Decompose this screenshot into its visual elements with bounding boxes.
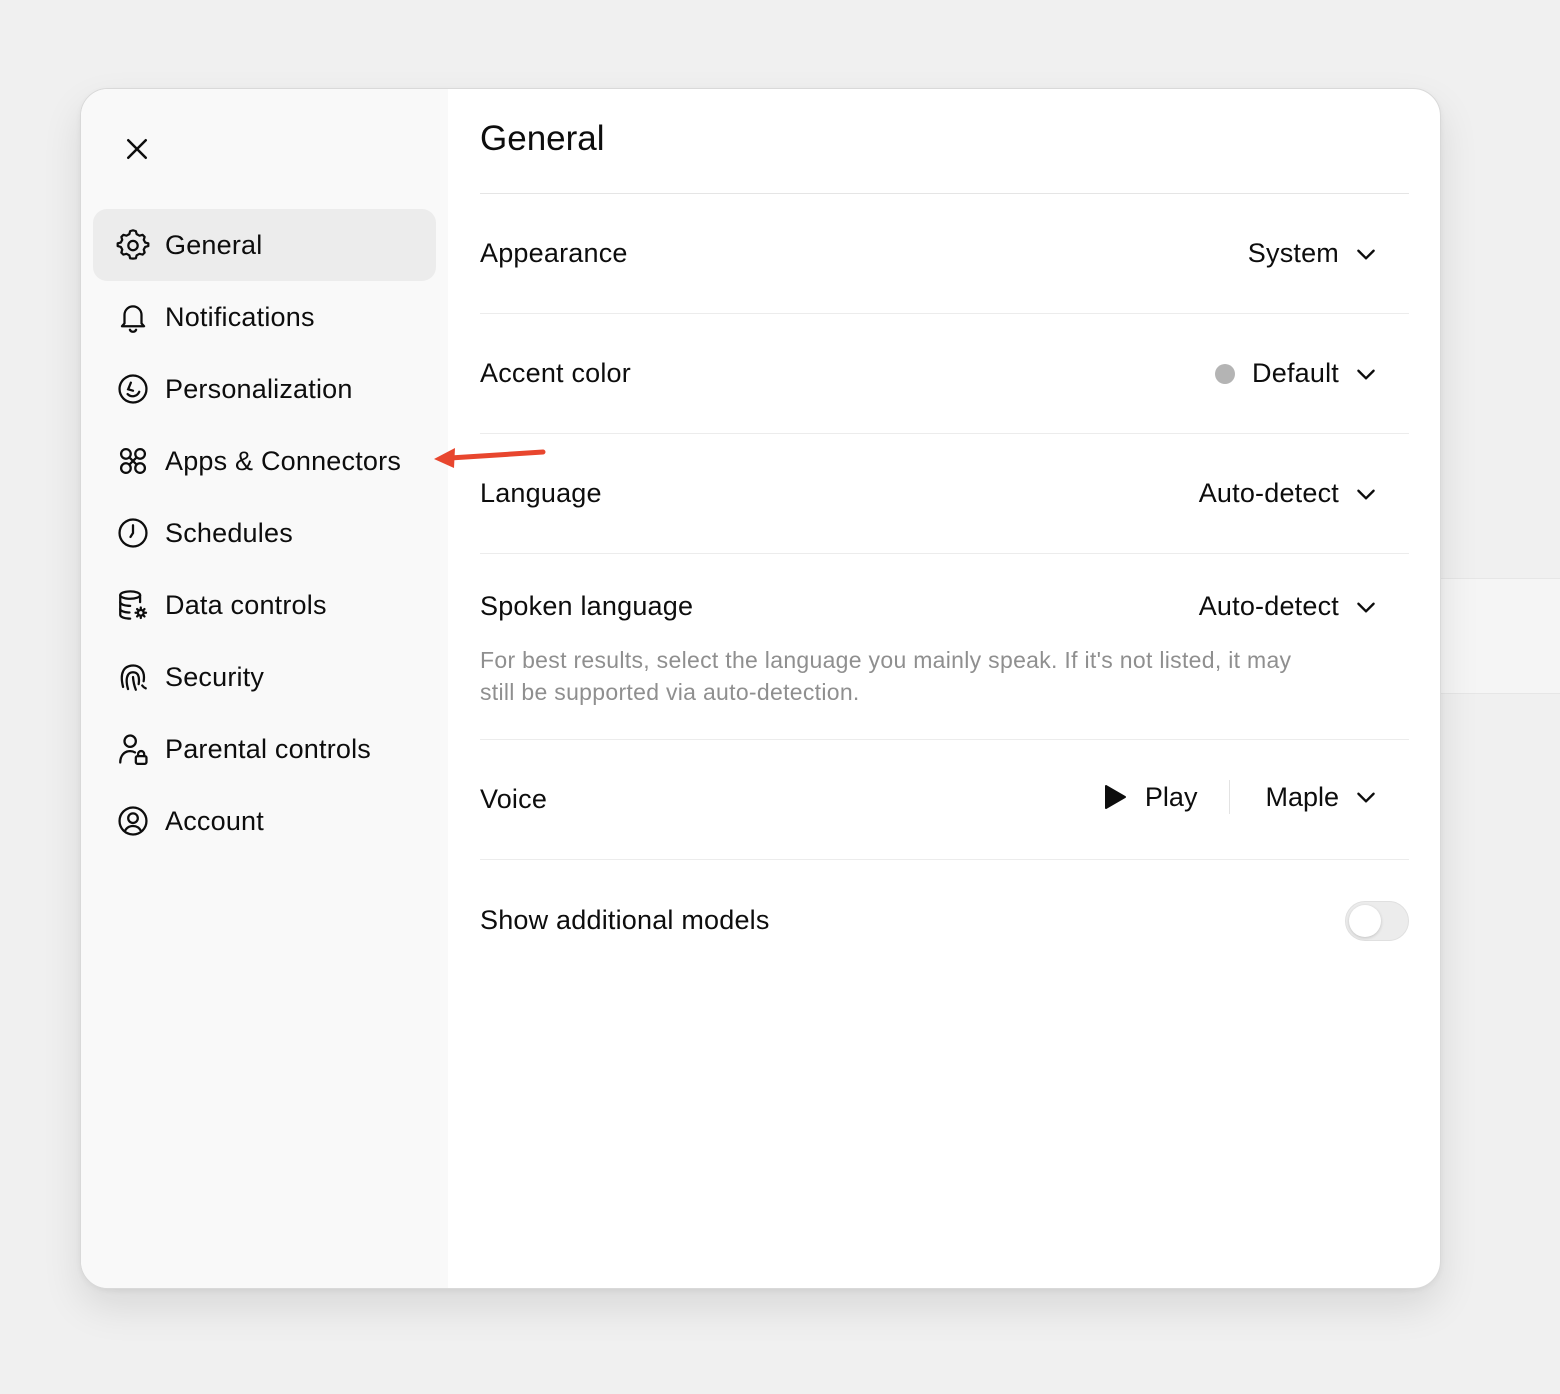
sidebar-item-notifications[interactable]: Notifications	[93, 281, 436, 353]
spoken-language-helper-text: For best results, select the language yo…	[480, 647, 1292, 705]
appearance-row: Appearance System	[480, 194, 1409, 314]
spoken-language-value: Auto-detect	[1198, 591, 1339, 621]
accent-color-dropdown[interactable]: Default	[1215, 358, 1379, 389]
chevron-down-icon	[1357, 489, 1375, 500]
voice-dropdown[interactable]: Maple	[1265, 782, 1379, 813]
bell-icon	[115, 299, 151, 335]
chevron-down-icon	[1357, 249, 1375, 260]
sidebar-item-apps-connectors[interactable]: Apps & Connectors	[93, 425, 436, 497]
voice-row: Voice Play Maple	[480, 740, 1409, 860]
sidebar-item-general[interactable]: General	[93, 209, 436, 281]
language-row: Language Auto-detect	[480, 434, 1409, 554]
appearance-label: Appearance	[480, 238, 628, 268]
close-icon	[127, 139, 147, 159]
accent-color-swatch	[1215, 363, 1236, 384]
additional-models-row: Show additional models	[480, 860, 1409, 980]
additional-models-toggle[interactable]	[1345, 901, 1409, 941]
settings-main: General Appearance System Accent color D…	[480, 89, 1410, 1288]
voice-label: Voice	[480, 784, 548, 814]
sidebar-item-label: Parental controls	[165, 733, 372, 764]
chevron-down-icon	[1357, 792, 1375, 803]
fingerprint-icon	[115, 659, 151, 695]
appearance-value: System	[1247, 238, 1339, 268]
play-icon	[1104, 785, 1126, 809]
additional-models-label: Show additional models	[480, 905, 770, 935]
sidebar-item-label: General	[165, 229, 263, 260]
sidebar-item-personalization[interactable]: Personalization	[93, 353, 436, 425]
accent-color-value: Default	[1252, 358, 1339, 388]
sidebar-item-label: Personalization	[165, 373, 353, 404]
language-dropdown[interactable]: Auto-detect	[1199, 478, 1379, 509]
sidebar-item-label: Notifications	[165, 301, 315, 332]
settings-nav: General Notifications Personalization Ap…	[93, 209, 436, 857]
sidebar-item-data-controls[interactable]: Data controls	[93, 569, 436, 641]
gear-icon	[115, 227, 151, 263]
settings-sidebar: General Notifications Personalization Ap…	[81, 89, 448, 1288]
voice-divider	[1229, 780, 1231, 814]
page-title: General	[480, 119, 605, 158]
personalization-icon	[115, 371, 151, 407]
sidebar-item-label: Data controls	[165, 589, 327, 620]
clock-icon	[115, 515, 151, 551]
chevron-down-icon	[1357, 602, 1375, 613]
accent-color-row: Accent color Default	[480, 314, 1409, 434]
sidebar-item-label: Schedules	[165, 517, 293, 548]
voice-controls: Play Maple	[1103, 780, 1379, 814]
spoken-language-label: Spoken language	[480, 591, 694, 621]
sidebar-item-schedules[interactable]: Schedules	[93, 497, 436, 569]
annotation-arrow	[434, 448, 546, 468]
user-circle-icon	[115, 803, 151, 839]
spoken-language-dropdown[interactable]: Auto-detect	[1199, 591, 1379, 622]
close-button[interactable]	[115, 127, 159, 171]
spoken-language-row: Spoken language Auto-detect For best res…	[480, 554, 1409, 740]
voice-value: Maple	[1265, 781, 1339, 812]
sidebar-item-parental-controls[interactable]: Parental controls	[93, 713, 436, 785]
sidebar-item-security[interactable]: Security	[93, 641, 436, 713]
appearance-dropdown[interactable]: System	[1248, 238, 1379, 269]
apps-icon	[115, 443, 151, 479]
sidebar-item-label: Apps & Connectors	[165, 445, 402, 476]
language-label: Language	[480, 478, 602, 508]
sidebar-item-label: Account	[165, 805, 264, 836]
accent-color-label: Accent color	[480, 358, 631, 388]
sidebar-item-label: Security	[165, 661, 265, 692]
chevron-down-icon	[1357, 369, 1375, 380]
toggle-knob	[1349, 905, 1381, 937]
database-gear-icon	[115, 587, 151, 623]
play-label: Play	[1144, 781, 1198, 812]
play-voice-button[interactable]: Play	[1103, 781, 1198, 813]
person-lock-icon	[115, 731, 151, 767]
sidebar-item-account[interactable]: Account	[93, 785, 436, 857]
language-value: Auto-detect	[1198, 478, 1339, 508]
settings-dialog: General Notifications Personalization Ap…	[80, 88, 1441, 1289]
